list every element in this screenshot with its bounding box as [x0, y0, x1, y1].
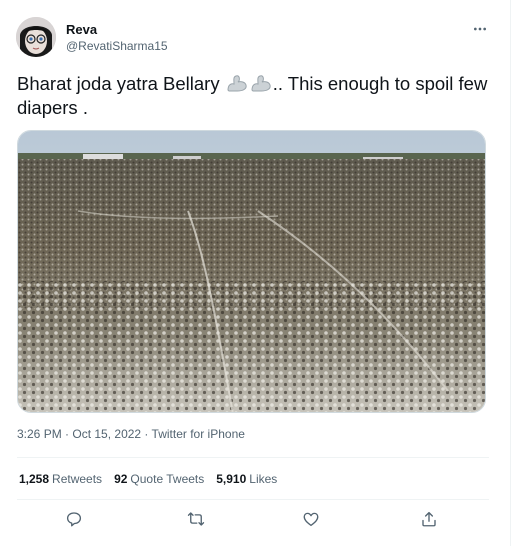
- quote-tweets-count: 92: [114, 472, 128, 486]
- action-bar: [0, 508, 511, 534]
- quote-tweets-label: Quote Tweets: [130, 472, 205, 486]
- tweet-text-start: Bharat joda yatra Bellary: [17, 73, 225, 94]
- divider: [17, 457, 489, 458]
- tweet-time[interactable]: 3:26 PM: [17, 427, 62, 441]
- likes-label: Likes: [249, 472, 278, 486]
- retweet-icon[interactable]: [185, 508, 207, 530]
- flexed-biceps-emoji: [225, 73, 249, 93]
- like-icon[interactable]: [300, 508, 322, 530]
- tweet-text: Bharat joda yatra Bellary .. This enough…: [17, 72, 492, 120]
- meta-separator: ·: [141, 427, 152, 441]
- avatar[interactable]: [16, 17, 56, 57]
- retweets-label: Retweets: [52, 472, 103, 486]
- quote-tweets-stat[interactable]: 92 Quote Tweets: [114, 472, 204, 486]
- likes-count: 5,910: [216, 472, 247, 486]
- meta-separator: ·: [61, 427, 73, 441]
- more-options-icon[interactable]: [470, 20, 490, 38]
- share-icon[interactable]: [418, 508, 440, 530]
- crowd-photo[interactable]: [17, 130, 486, 413]
- retweets-stat[interactable]: 1,258 Retweets: [19, 472, 102, 486]
- user-handle[interactable]: @RevatiSharma15: [66, 39, 168, 53]
- likes-stat[interactable]: 5,910 Likes: [216, 472, 277, 486]
- tweet-card: Reva @RevatiSharma15 Bharat joda yatra B…: [0, 0, 511, 546]
- reply-icon[interactable]: [63, 508, 85, 530]
- divider: [17, 499, 489, 500]
- tweet-stats: 1,258 Retweets 92 Quote Tweets 5,910 Likes: [19, 472, 277, 486]
- tweet-meta: 3:26 PM · Oct 15, 2022 · Twitter for iPh…: [17, 427, 245, 441]
- tweet-date[interactable]: Oct 15, 2022: [72, 427, 141, 441]
- retweets-count: 1,258: [19, 472, 50, 486]
- tweet-source[interactable]: Twitter for iPhone: [152, 427, 245, 441]
- flexed-biceps-emoji: [249, 73, 273, 93]
- display-name[interactable]: Reva: [66, 22, 97, 37]
